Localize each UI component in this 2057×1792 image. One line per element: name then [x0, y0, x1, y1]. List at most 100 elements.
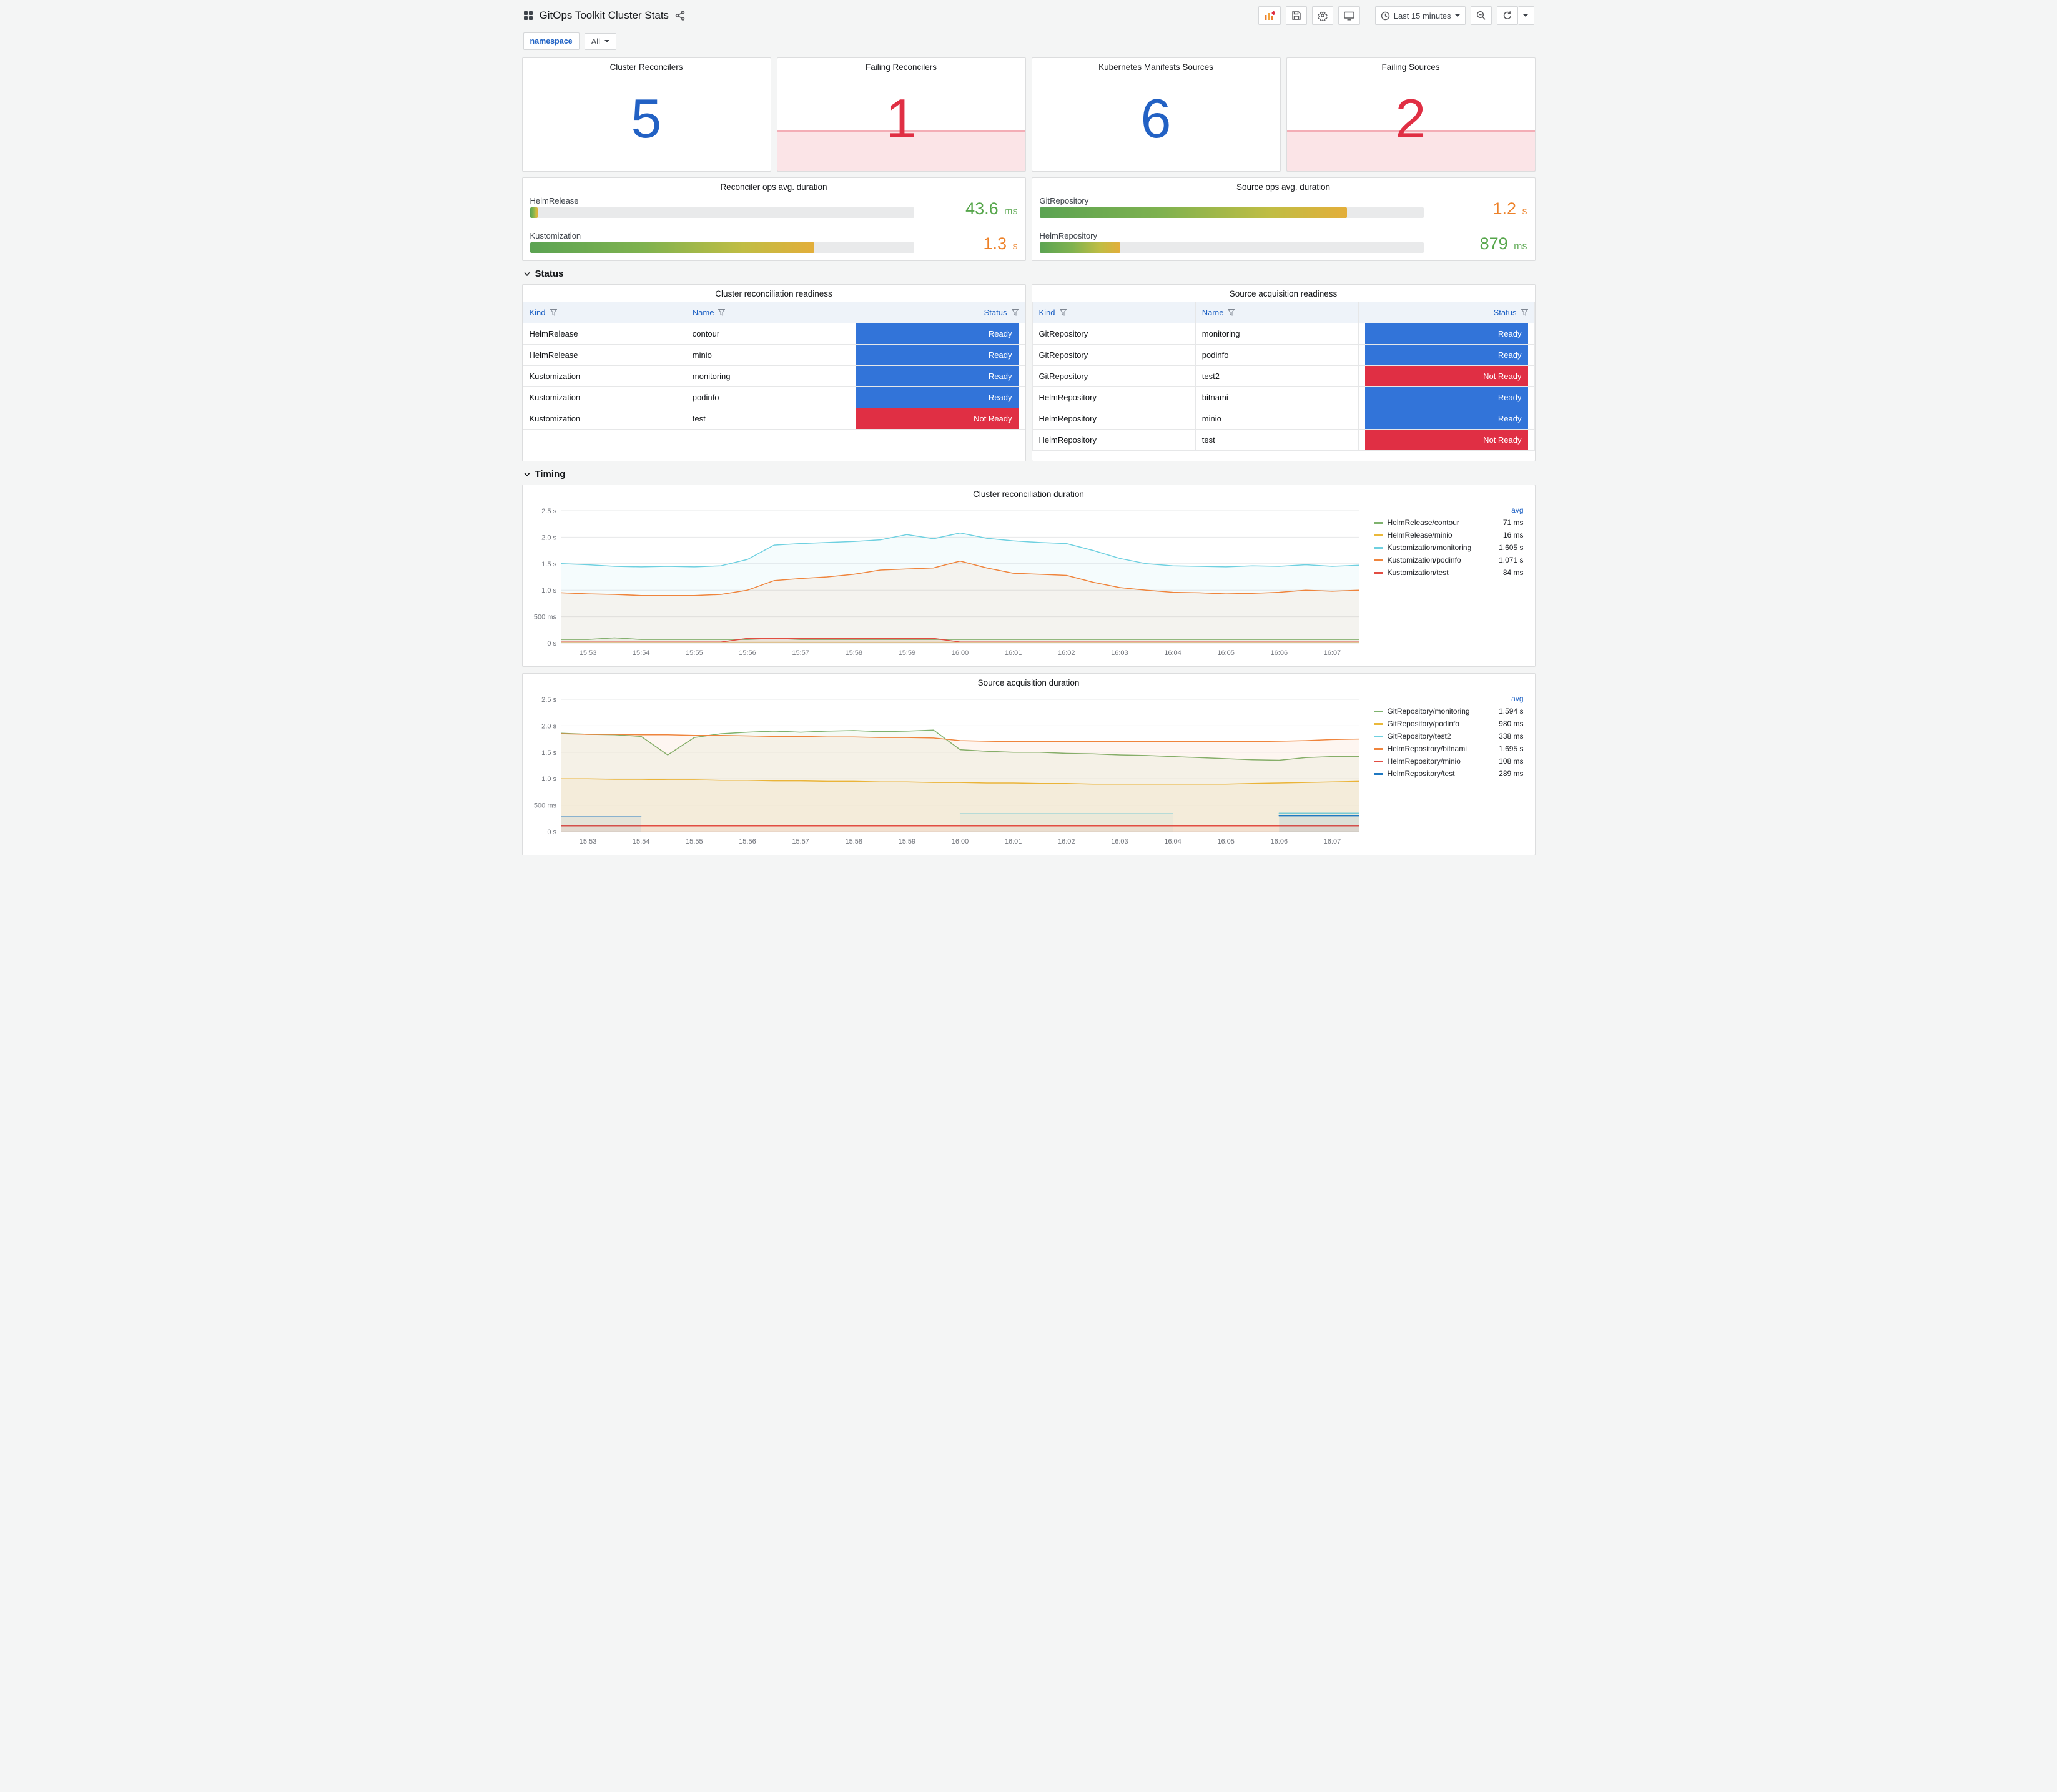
time-range-picker[interactable]: Last 15 minutes	[1374, 6, 1466, 25]
column-header-kind[interactable]: Kind	[1032, 302, 1196, 323]
filter-icon[interactable]	[1059, 309, 1067, 316]
legend-item[interactable]: GitRepository/podinfo 980 ms	[1373, 717, 1524, 730]
legend-item[interactable]: HelmRepository/minio 108 ms	[1373, 755, 1524, 767]
save-dashboard-button[interactable]	[1285, 6, 1307, 25]
readiness-table: Kind Name Status GitRepository monitorin…	[1032, 302, 1535, 451]
table-row[interactable]: HelmRelease contour Ready	[522, 323, 1025, 345]
cell-status: Ready	[1358, 408, 1535, 430]
legend-item[interactable]: HelmRepository/test 289 ms	[1373, 767, 1524, 780]
panel-source-acquisition-readiness: Source acquisition readiness Kind Name S…	[1031, 284, 1536, 461]
svg-text:15:54: 15:54	[632, 838, 649, 845]
section-row-timing[interactable]: Timing	[523, 469, 1534, 480]
table-row[interactable]: HelmRepository bitnami Ready	[1032, 386, 1535, 408]
svg-text:16:03: 16:03	[1111, 649, 1128, 657]
svg-text:16:02: 16:02	[1058, 838, 1075, 845]
legend-item[interactable]: Kustomization/podinfo 1.071 s	[1373, 554, 1524, 566]
chevron-down-icon	[1454, 14, 1460, 19]
dashboard-settings-button[interactable]	[1311, 6, 1333, 25]
legend-item[interactable]: Kustomization/monitoring 1.605 s	[1373, 541, 1524, 554]
cell-kind: Kustomization	[522, 408, 686, 430]
table-row[interactable]: Kustomization podinfo Ready	[522, 386, 1025, 408]
filter-icon[interactable]	[718, 309, 726, 316]
svg-text:500 ms: 500 ms	[533, 614, 556, 621]
table-row[interactable]: HelmRepository minio Ready	[1032, 408, 1535, 430]
panel-title[interactable]: Kubernetes Manifests Sources	[1032, 58, 1280, 75]
stat-body: 1	[777, 75, 1025, 171]
table-row[interactable]: HelmRelease minio Ready	[522, 344, 1025, 366]
table-row[interactable]: GitRepository test2 Not Ready	[1032, 365, 1535, 387]
panel-title[interactable]: Cluster reconciliation readiness	[523, 285, 1025, 302]
filter-icon[interactable]	[1011, 309, 1019, 316]
cell-kind: GitRepository	[1032, 323, 1196, 345]
legend-item[interactable]: Kustomization/test 84 ms	[1373, 566, 1524, 579]
panel-title[interactable]: Source ops avg. duration	[1032, 178, 1535, 195]
status-badge: Ready	[1365, 345, 1528, 365]
gauge-value-number: 1.2	[1492, 199, 1521, 218]
filter-icon[interactable]	[1228, 309, 1235, 316]
panel-title[interactable]: Cluster reconciliation duration	[523, 485, 1535, 502]
cell-name: test	[1195, 429, 1359, 451]
table-body: GitRepository monitoring Ready GitReposi…	[1032, 323, 1535, 451]
dashboard: GitOps Toolkit Cluster Stats Last 15 min…	[515, 0, 1543, 874]
dashboards-grid-icon[interactable]	[523, 11, 533, 21]
gauge-value: 1.3 s	[924, 234, 1017, 253]
column-header-name[interactable]: Name	[685, 302, 850, 323]
column-header-status[interactable]: Status	[849, 302, 1025, 323]
column-header-name[interactable]: Name	[1195, 302, 1359, 323]
legend-header-avg[interactable]: avg	[1374, 694, 1523, 703]
time-series-plot[interactable]: 0 s 500 ms 1.0 s 1.5 s 2.0 s 2.5 s 15:53 15:54 1…	[525, 692, 1371, 848]
panel-title[interactable]: Failing Sources	[1287, 58, 1535, 75]
stat-panel: Cluster Reconcilers 5	[521, 57, 771, 172]
share-icon[interactable]	[675, 11, 685, 21]
panel-title[interactable]: Reconciler ops avg. duration	[523, 178, 1025, 195]
filter-icon[interactable]	[1521, 309, 1528, 316]
panel-title[interactable]: Source acquisition duration	[523, 674, 1535, 691]
table-row[interactable]: HelmRepository test Not Ready	[1032, 429, 1535, 451]
panel-title[interactable]: Failing Reconcilers	[777, 58, 1025, 75]
table-row[interactable]: GitRepository monitoring Ready	[1032, 323, 1535, 345]
time-series-plot[interactable]: 0 s 500 ms 1.0 s 1.5 s 2.0 s 2.5 s 15:53 15:54 1…	[525, 503, 1371, 659]
svg-text:15:53: 15:53	[579, 649, 596, 657]
svg-text:2.5 s: 2.5 s	[541, 508, 556, 515]
legend-series-name: Kustomization/monitoring	[1387, 543, 1472, 552]
table-row[interactable]: Kustomization monitoring Ready	[522, 365, 1025, 387]
cell-status: Ready	[849, 386, 1025, 408]
legend-item[interactable]: HelmRelease/minio 16 ms	[1373, 529, 1524, 541]
column-header-status[interactable]: Status	[1358, 302, 1535, 323]
gauge-rows: GitRepository 1.2 s HelmRepository 879 m…	[1032, 195, 1535, 253]
gauge-track	[1039, 242, 1424, 253]
legend-items: GitRepository/monitoring 1.594 s GitRepo…	[1373, 705, 1524, 780]
panel-title[interactable]: Source acquisition readiness	[1032, 285, 1535, 302]
gauge-bar: HelmRelease 43.6 ms	[530, 196, 1018, 218]
section-row-status[interactable]: Status	[523, 268, 1534, 279]
legend-item[interactable]: GitRepository/test2 338 ms	[1373, 730, 1524, 742]
variable-select-namespace[interactable]: All	[584, 32, 617, 50]
cycle-view-mode-button[interactable]	[1338, 6, 1360, 25]
refresh-interval-dropdown[interactable]	[1517, 6, 1534, 25]
legend-item[interactable]: HelmRelease/contour 71 ms	[1373, 516, 1524, 529]
svg-text:15:56: 15:56	[739, 838, 756, 845]
gauge-bar: Kustomization 1.3 s	[530, 231, 1018, 253]
legend-color-dash	[1373, 735, 1383, 737]
column-header-kind[interactable]: Kind	[522, 302, 686, 323]
legend-series-name: HelmRepository/test	[1387, 769, 1455, 778]
zoom-out-button[interactable]	[1470, 6, 1492, 25]
chart-legend: avg HelmRelease/contour 71 ms HelmReleas…	[1371, 503, 1529, 664]
legend-item[interactable]: GitRepository/monitoring 1.594 s	[1373, 705, 1524, 717]
table-row[interactable]: GitRepository podinfo Ready	[1032, 344, 1535, 366]
clock-icon	[1381, 11, 1390, 21]
legend-series-name: GitRepository/monitoring	[1387, 707, 1470, 716]
svg-text:15:58: 15:58	[845, 838, 862, 845]
legend-header-avg[interactable]: avg	[1374, 506, 1523, 514]
panel-title[interactable]: Cluster Reconcilers	[523, 58, 771, 75]
refresh-button[interactable]	[1496, 6, 1518, 25]
legend-item[interactable]: HelmRepository/bitnami 1.695 s	[1373, 742, 1524, 755]
add-panel-button[interactable]	[1258, 6, 1281, 25]
svg-text:16:04: 16:04	[1164, 649, 1181, 657]
filter-icon[interactable]	[550, 309, 557, 316]
table-row[interactable]: Kustomization test Not Ready	[522, 408, 1025, 430]
cell-name: monitoring	[1195, 323, 1359, 345]
gauge-value-number: 1.3	[983, 234, 1012, 253]
svg-text:500 ms: 500 ms	[533, 802, 556, 810]
gauge-value-unit: s	[1522, 206, 1527, 217]
